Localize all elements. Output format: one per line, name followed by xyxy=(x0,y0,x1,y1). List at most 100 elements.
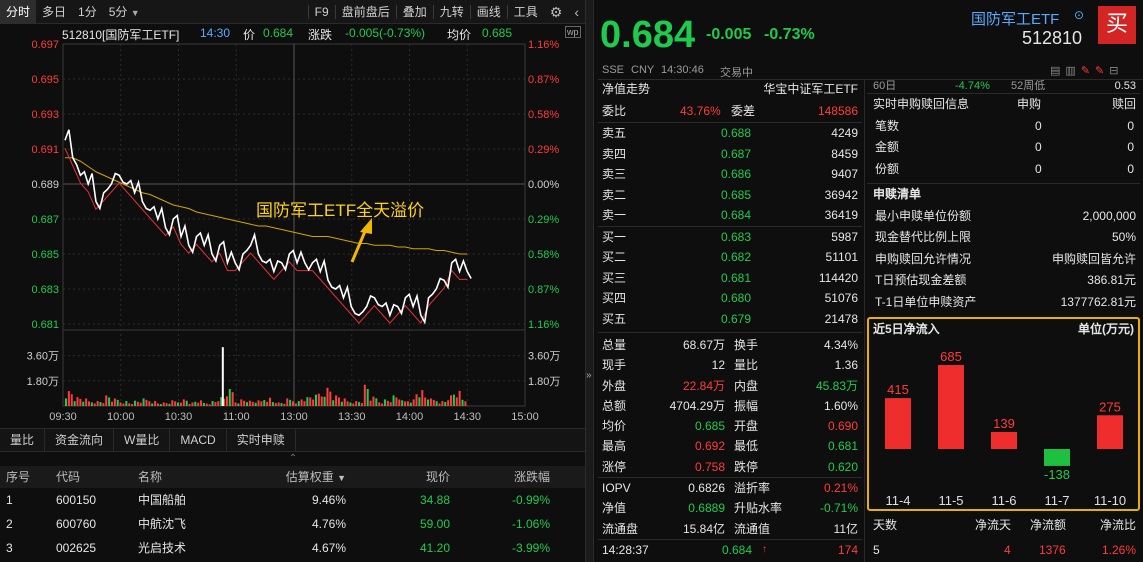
ratio-row: 委比 43.76% 委差 148586 xyxy=(598,101,862,123)
volume-bar xyxy=(317,393,320,406)
row-name: 光启技术 xyxy=(138,541,187,555)
volume-bar xyxy=(323,396,326,406)
tab-volume-ratio[interactable]: 量比 xyxy=(0,429,46,451)
bid-level[interactable]: 买五 0.679 21478 xyxy=(598,309,862,330)
stat-value: 12 xyxy=(711,358,725,373)
stat-value: 0.681 xyxy=(827,439,858,454)
creation-row: T-1日单位申赎资产 1377762.81元 xyxy=(867,292,1140,314)
volume-bar xyxy=(346,401,349,406)
volume-bar xyxy=(427,399,430,406)
volume-bar xyxy=(435,401,438,406)
level-volume: 51076 xyxy=(824,291,858,305)
stat-row: 总额 4704.29万 振幅 1.60% xyxy=(598,396,862,416)
volume-bar xyxy=(458,390,461,406)
level-volume: 21478 xyxy=(824,311,858,326)
col-code[interactable]: 代码 xyxy=(50,466,132,488)
volume-bar xyxy=(131,404,134,406)
alert-icon[interactable]: ✎ xyxy=(1081,65,1095,77)
tab-timeshare[interactable]: 分时 xyxy=(0,0,37,24)
tab-multiday[interactable]: 多日 xyxy=(36,0,72,24)
draw-line-button[interactable]: 画线 xyxy=(471,0,507,24)
menu-icon[interactable]: ▤ xyxy=(1050,65,1065,77)
row-weight: 4.67% xyxy=(311,541,346,555)
tab-1min[interactable]: 1分 xyxy=(72,0,103,24)
row-code: 002625 xyxy=(56,541,97,555)
stat-label: 量比 xyxy=(734,358,759,373)
buy-button[interactable]: 买 xyxy=(1098,6,1136,44)
minus-icon[interactable]: ⊟ xyxy=(1109,65,1123,77)
bid-level[interactable]: 买四 0.680 51076 xyxy=(598,288,862,309)
perf-row: 60日 -4.74% 52周低 0.53 xyxy=(867,79,1140,93)
creation-row: 最小申赎单位份额 2,000,000 xyxy=(867,206,1140,228)
premarket-button[interactable]: 盘前盘后 xyxy=(336,0,396,24)
table-row[interactable]: 1 600150 中国船舶 9.46% 34.88 -0.99% xyxy=(0,488,585,512)
dropdown-icon[interactable]: ⊙ xyxy=(1074,8,1084,22)
chevron-down-icon: ▼ xyxy=(130,7,140,18)
creation-label: 现金替代比例上限 xyxy=(875,230,972,244)
net-inflow-panel: 近5日净流入 单位(万元) 415 11-4 685 11-5 139 11-6 -138 1… xyxy=(867,317,1140,511)
footer-h1: 天数 xyxy=(873,518,898,532)
table-row[interactable]: 2 600760 中航沈飞 4.76% 59.00 -1.06% xyxy=(0,512,585,536)
volume-bar xyxy=(208,404,211,406)
volume-bar xyxy=(418,397,421,406)
tab-5min[interactable]: 5分 ▼ xyxy=(103,0,146,24)
col-price[interactable]: 现价 xyxy=(350,466,450,488)
ask-level[interactable]: 卖一 0.684 36419 xyxy=(598,205,862,226)
diff-value: 148586 xyxy=(817,103,858,118)
col-name[interactable]: 名称 xyxy=(132,466,250,488)
time-tick: 13:30 xyxy=(338,411,366,423)
quote-time: 14:30:46 xyxy=(661,64,704,76)
stat-value: 0.620 xyxy=(827,459,858,474)
bid-level[interactable]: 买二 0.682 51101 xyxy=(598,247,862,268)
tab-realtime-subscription[interactable]: 实时申赎 xyxy=(227,429,296,451)
nav-row[interactable]: 净值走势 华宝中证军工ETF xyxy=(598,79,862,101)
volume-bar xyxy=(314,394,317,406)
tab-capital-flow[interactable]: 资金流向 xyxy=(45,429,115,451)
bid-level[interactable]: 买三 0.681 114420 xyxy=(598,268,862,289)
volume-bar xyxy=(133,400,136,406)
col-no[interactable]: 序号 xyxy=(0,466,50,488)
col-weight[interactable]: 估算权重 ▼ xyxy=(250,466,350,488)
row-no: 2 xyxy=(6,517,13,531)
time-tick: 10:30 xyxy=(165,411,193,423)
volume-bar xyxy=(429,398,432,406)
flow-value-label: 275 xyxy=(1099,399,1121,414)
col-change[interactable]: 涨跌幅 xyxy=(450,466,550,488)
row-no: 1 xyxy=(6,493,13,507)
stat-label: 现手 xyxy=(602,358,627,373)
stat-row: 均价 0.685 开盘 0.690 xyxy=(598,416,862,436)
level-label: 卖三 xyxy=(602,167,627,181)
nine-turn-button[interactable]: 九转 xyxy=(434,0,470,24)
ask-level[interactable]: 卖五 0.688 4249 xyxy=(598,123,862,144)
volume-bar xyxy=(366,388,369,406)
collapse-icon[interactable]: ‹ xyxy=(568,0,585,24)
tab-w-volume-ratio[interactable]: W量比 xyxy=(114,429,171,451)
market: SSE xyxy=(602,64,625,76)
panel-splitter[interactable]: » xyxy=(585,0,594,562)
volume-bar xyxy=(332,400,335,406)
flow-footer-values: 5 4 1376 1.26% xyxy=(867,540,1140,562)
volume-bar xyxy=(93,403,96,406)
grid xyxy=(62,43,526,407)
level-price: 0.682 xyxy=(721,250,752,264)
chart-icon[interactable]: ▥ xyxy=(1065,65,1080,77)
stat-label: 最高 xyxy=(602,439,627,454)
settings-icon[interactable]: ⚙ xyxy=(544,0,569,24)
tab-macd[interactable]: MACD xyxy=(170,429,227,451)
overlay-button[interactable]: 叠加 xyxy=(397,0,433,24)
edit-icon[interactable]: ✎ xyxy=(1095,65,1109,77)
expand-handle-icon[interactable]: ⌃ xyxy=(285,453,301,465)
bid-level[interactable]: 买一 0.683 5987 xyxy=(598,227,862,248)
ask-level[interactable]: 卖二 0.685 36942 xyxy=(598,185,862,206)
volume-bar xyxy=(99,402,102,406)
volume-bar xyxy=(228,388,231,406)
expand-arrow-icon[interactable]: » xyxy=(586,370,594,381)
creation-row: T日预估现金差额 386.81元 xyxy=(867,270,1140,292)
tools-button[interactable]: 工具 xyxy=(508,0,544,24)
ask-level[interactable]: 卖三 0.686 9407 xyxy=(598,164,862,185)
table-row[interactable]: 3 002625 光启技术 4.67% 41.20 -3.99% xyxy=(0,536,585,560)
percent-tick: 1.16% xyxy=(528,39,559,51)
level-price: 0.681 xyxy=(721,270,752,285)
ask-level[interactable]: 卖四 0.687 8459 xyxy=(598,144,862,165)
f9-button[interactable]: F9 xyxy=(309,0,335,24)
